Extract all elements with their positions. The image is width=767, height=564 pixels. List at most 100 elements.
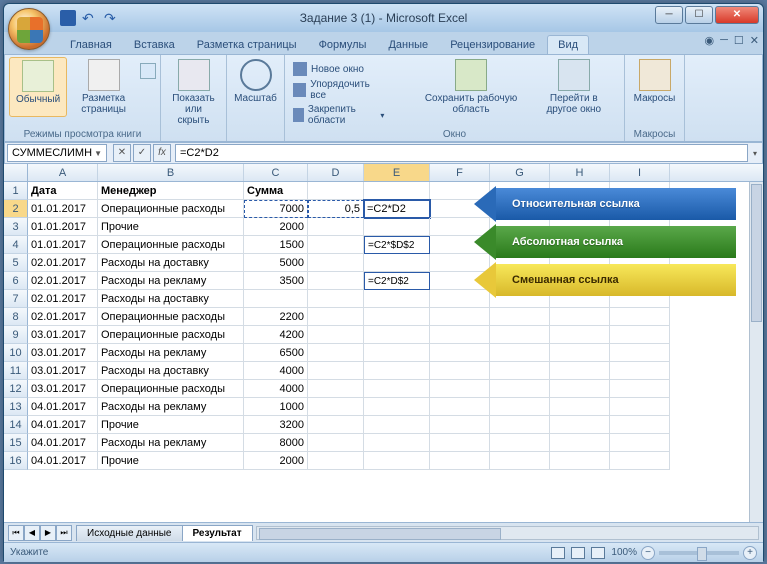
cell-E5[interactable] xyxy=(364,254,430,272)
cell-I9[interactable] xyxy=(610,326,670,344)
view-page-layout-button[interactable]: Разметка страницы xyxy=(67,57,140,117)
cell-B8[interactable]: Операционные расходы xyxy=(98,308,244,326)
cell-I12[interactable] xyxy=(610,380,670,398)
cell-B14[interactable]: Прочие xyxy=(98,416,244,434)
cell-H10[interactable] xyxy=(550,344,610,362)
cell-A7[interactable]: 02.01.2017 xyxy=(28,290,98,308)
cell-E2[interactable]: =C2*D2 xyxy=(364,200,430,218)
cell-A6[interactable]: 02.01.2017 xyxy=(28,272,98,290)
cell-D6[interactable] xyxy=(308,272,364,290)
row-header[interactable]: 9 xyxy=(4,326,28,344)
cell-C1[interactable]: Сумма xyxy=(244,182,308,200)
cell-B16[interactable]: Прочие xyxy=(98,452,244,470)
cell-G14[interactable] xyxy=(490,416,550,434)
cell-C7[interactable] xyxy=(244,290,308,308)
cell-E3[interactable] xyxy=(364,218,430,236)
cell-H14[interactable] xyxy=(550,416,610,434)
cell-I10[interactable] xyxy=(610,344,670,362)
cell-I13[interactable] xyxy=(610,398,670,416)
sheet-tab-result[interactable]: Результат xyxy=(182,525,253,541)
undo-icon[interactable] xyxy=(82,10,98,26)
cell-F14[interactable] xyxy=(430,416,490,434)
cell-B9[interactable]: Операционные расходы xyxy=(98,326,244,344)
cell-H12[interactable] xyxy=(550,380,610,398)
cell-A3[interactable]: 01.01.2017 xyxy=(28,218,98,236)
row-header[interactable]: 5 xyxy=(4,254,28,272)
cell-A12[interactable]: 03.01.2017 xyxy=(28,380,98,398)
tab-insert[interactable]: Вставка xyxy=(124,36,185,54)
cell-C15[interactable]: 8000 xyxy=(244,434,308,452)
hide-icon[interactable] xyxy=(388,80,414,94)
cell-E12[interactable] xyxy=(364,380,430,398)
maximize-button[interactable]: ☐ xyxy=(685,6,713,24)
cell-A10[interactable]: 03.01.2017 xyxy=(28,344,98,362)
chevron-down-icon[interactable]: ▼ xyxy=(94,149,102,158)
row-header[interactable]: 13 xyxy=(4,398,28,416)
cell-B3[interactable]: Прочие xyxy=(98,218,244,236)
cell-F8[interactable] xyxy=(430,308,490,326)
row-header[interactable]: 1 xyxy=(4,182,28,200)
tab-home[interactable]: Главная xyxy=(60,36,122,54)
worksheet-grid[interactable]: A B C D E F G H I 1ДатаМенеджерСумма201.… xyxy=(4,164,763,522)
name-box[interactable]: СУММЕСЛИМН▼ xyxy=(7,144,107,162)
cell-E4[interactable]: =C2*$D$2 xyxy=(364,236,430,254)
col-header-G[interactable]: G xyxy=(490,164,550,181)
cell-B6[interactable]: Расходы на рекламу xyxy=(98,272,244,290)
unhide-icon[interactable] xyxy=(388,97,414,111)
cell-C3[interactable]: 2000 xyxy=(244,218,308,236)
col-header-I[interactable]: I xyxy=(610,164,670,181)
cell-E6[interactable]: =C2*D$2 xyxy=(364,272,430,290)
cell-E9[interactable] xyxy=(364,326,430,344)
cell-E10[interactable] xyxy=(364,344,430,362)
view-layout-icon[interactable] xyxy=(571,547,585,559)
enter-formula-button[interactable]: ✓ xyxy=(133,144,151,162)
cell-D12[interactable] xyxy=(308,380,364,398)
cell-G8[interactable] xyxy=(490,308,550,326)
cell-I14[interactable] xyxy=(610,416,670,434)
cell-D13[interactable] xyxy=(308,398,364,416)
cell-E15[interactable] xyxy=(364,434,430,452)
cell-C4[interactable]: 1500 xyxy=(244,236,308,254)
cell-H8[interactable] xyxy=(550,308,610,326)
row-header[interactable]: 14 xyxy=(4,416,28,434)
cell-F11[interactable] xyxy=(430,362,490,380)
cell-B10[interactable]: Расходы на рекламу xyxy=(98,344,244,362)
cell-C8[interactable]: 2200 xyxy=(244,308,308,326)
row-header[interactable]: 12 xyxy=(4,380,28,398)
zoom-out-button[interactable]: − xyxy=(641,546,655,560)
sheet-nav-last[interactable]: ⏭ xyxy=(56,525,72,541)
zoom-button[interactable]: Масштаб xyxy=(231,57,280,106)
sheet-nav-first[interactable]: ⏮ xyxy=(8,525,24,541)
cell-G9[interactable] xyxy=(490,326,550,344)
cell-A4[interactable]: 01.01.2017 xyxy=(28,236,98,254)
tab-view[interactable]: Вид xyxy=(547,35,589,54)
other-views-icon[interactable] xyxy=(140,63,156,79)
macros-button[interactable]: Макросы xyxy=(629,57,680,106)
cell-B1[interactable]: Менеджер xyxy=(98,182,244,200)
cell-D8[interactable] xyxy=(308,308,364,326)
row-header[interactable]: 15 xyxy=(4,434,28,452)
cell-D3[interactable] xyxy=(308,218,364,236)
cell-G12[interactable] xyxy=(490,380,550,398)
cell-C16[interactable]: 2000 xyxy=(244,452,308,470)
cell-I8[interactable] xyxy=(610,308,670,326)
cell-E14[interactable] xyxy=(364,416,430,434)
cell-E16[interactable] xyxy=(364,452,430,470)
sheet-tab-source[interactable]: Исходные данные xyxy=(76,525,183,541)
col-header-D[interactable]: D xyxy=(308,164,364,181)
minimize-ribbon-icon[interactable]: ─ xyxy=(720,34,728,47)
cell-E8[interactable] xyxy=(364,308,430,326)
redo-icon[interactable] xyxy=(104,10,120,26)
cell-G16[interactable] xyxy=(490,452,550,470)
close-workbook-icon[interactable]: ✕ xyxy=(750,34,759,47)
vertical-scrollbar[interactable] xyxy=(749,182,763,522)
cell-A1[interactable]: Дата xyxy=(28,182,98,200)
cell-B5[interactable]: Расходы на доставку xyxy=(98,254,244,272)
cell-D14[interactable] xyxy=(308,416,364,434)
freeze-panes-button[interactable]: Закрепить области▾ xyxy=(289,103,388,127)
zoom-in-button[interactable]: + xyxy=(743,546,757,560)
cell-A2[interactable]: 01.01.2017 xyxy=(28,200,98,218)
cell-B2[interactable]: Операционные расходы xyxy=(98,200,244,218)
new-window-button[interactable]: Новое окно xyxy=(289,61,388,77)
view-normal-icon[interactable] xyxy=(551,547,565,559)
